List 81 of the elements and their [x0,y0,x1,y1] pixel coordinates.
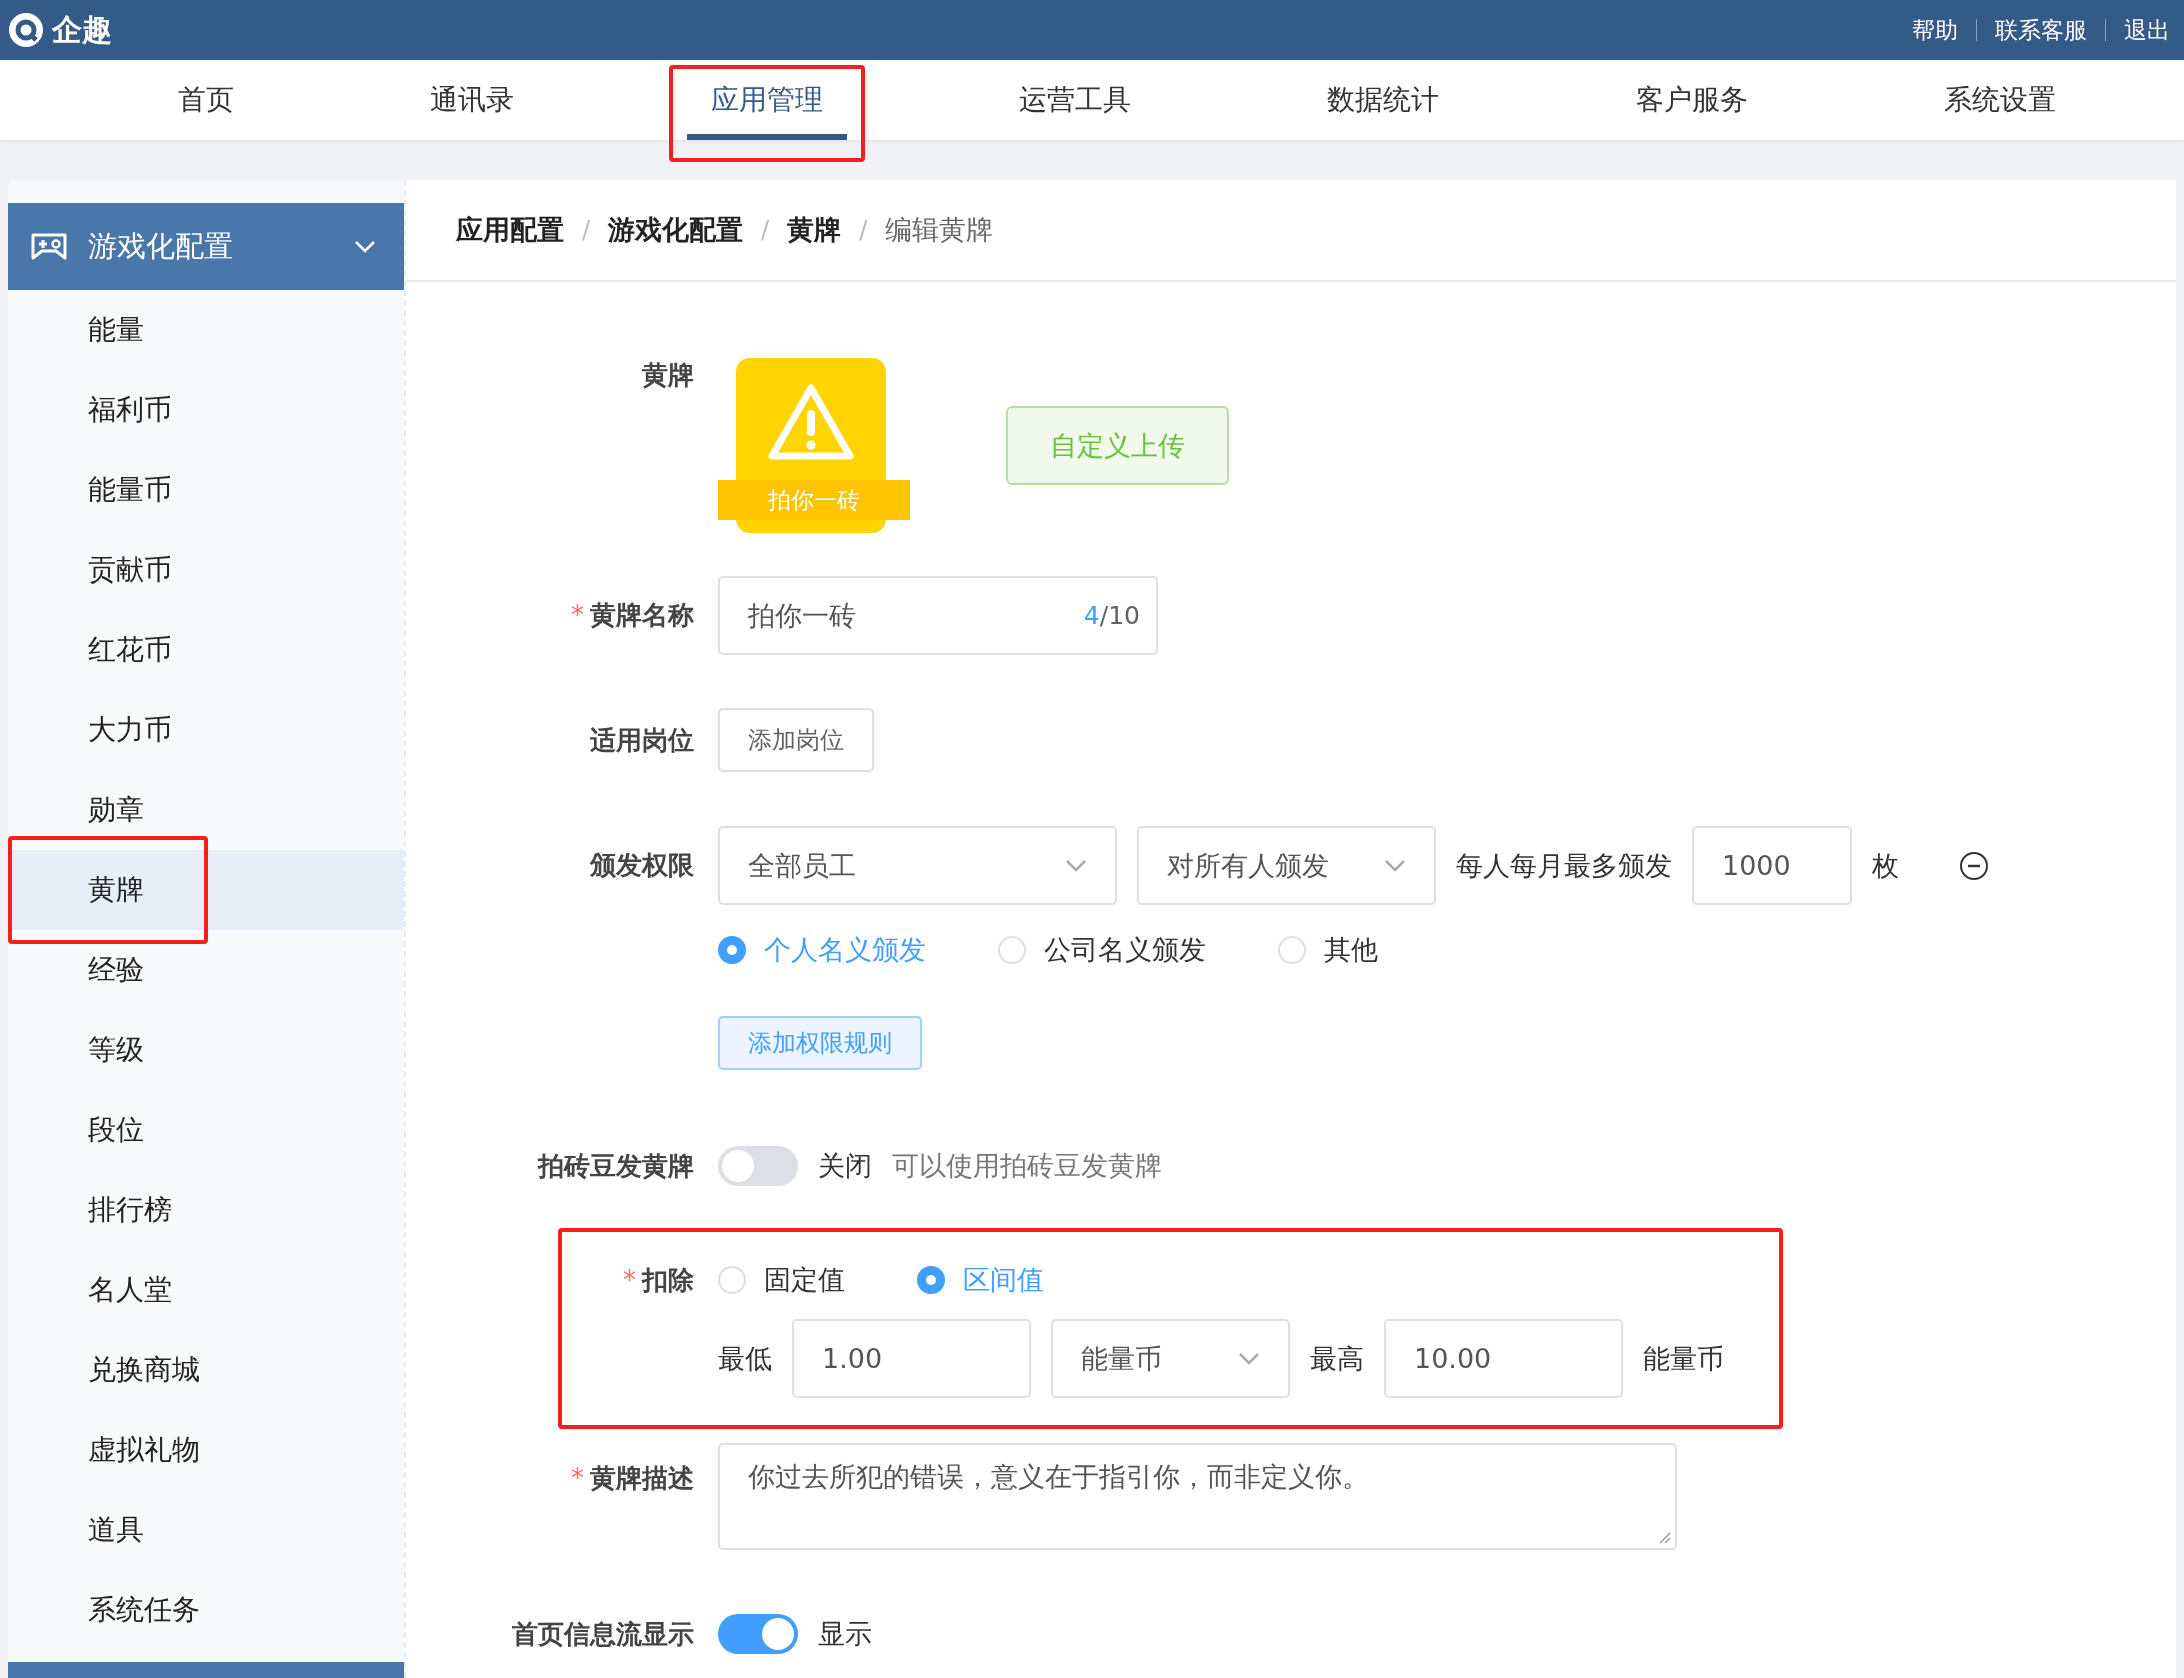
field-label: * 黄牌名称 [571,599,695,632]
chevron-down-icon [1065,858,1087,873]
min-label: 最低 [718,1341,772,1376]
logo-icon [8,12,44,48]
currency-select[interactable]: 能量币 [1051,1319,1290,1398]
toggle-switch[interactable] [718,1614,798,1654]
radio-label: 固定值 [764,1263,845,1297]
field-label: 首页信息流显示 [512,1617,695,1651]
sidebar-group[interactable]: 游戏化配置 [8,203,404,290]
radio-label: 公司名义颁发 [1044,933,1206,967]
nav-tab[interactable]: 通讯录 [406,60,539,140]
breadcrumb-separator: / [761,216,770,244]
radio-button[interactable] [917,1266,945,1294]
radio-label: 个人名义颁发 [764,933,926,967]
hint-text: 可以使用拍砖豆发黄牌 [892,1149,1162,1183]
description-textarea[interactable]: 你过去所犯的错误，意义在于指引你，而非定义你。 [718,1443,1677,1550]
header-link[interactable]: 退出 [2124,14,2170,46]
limit-label: 每人每月最多颁发 [1456,848,1672,883]
select-field[interactable]: 对所有人颁发 [1137,826,1436,905]
sidebar-item[interactable]: 段位 [8,1090,404,1170]
sidebar-item[interactable]: 兑换商城 [8,1330,404,1410]
sidebar-group-label: 游戏化配置 [88,227,234,265]
sidebar-item[interactable]: 贡献币 [8,530,404,610]
sidebar-item[interactable]: 虚拟礼物 [8,1410,404,1490]
unit-label: 能量币 [1643,1341,1724,1376]
field-label: 颁发权限 [590,849,695,882]
sidebar-item[interactable]: 经验 [8,930,404,1010]
gamepad-icon [30,231,68,262]
sidebar-item[interactable]: 能量 [8,290,404,370]
breadcrumb-link[interactable]: 黄牌 [787,212,842,248]
sidebar-item[interactable]: 能量币 [8,450,404,530]
chevron-down-icon [1384,858,1406,873]
toggle-state: 关闭 [818,1149,872,1183]
sidebar-item[interactable]: 系统任务 [8,1570,404,1650]
badge-caption: 拍你一砖 [718,480,910,520]
remove-icon[interactable] [1959,850,1989,881]
sidebar-item[interactable]: 红花币 [8,610,404,690]
sidebar-item[interactable]: 名人堂 [8,1250,404,1330]
breadcrumb-separator: / [859,216,868,244]
limit-input[interactable]: 1000 [1692,826,1852,905]
sidebar-item[interactable]: 排行榜 [8,1170,404,1250]
breadcrumb-separator: / [582,216,591,244]
field-label: 适用岗位 [590,723,695,757]
sidebar-item[interactable]: 大力币 [8,690,404,770]
sidebar-item[interactable]: 福利币 [8,370,404,450]
nav-tab[interactable]: 客户服务 [1611,60,1772,140]
add-position-button[interactable]: 添加岗位 [718,708,874,772]
nav-tab[interactable]: 首页 [154,60,259,140]
field-label: * 扣除 [623,1263,695,1297]
sidebar-item[interactable]: 道具 [8,1490,404,1570]
field-label: 黄牌 [642,359,695,392]
header-link[interactable]: 联系客服 [1995,14,2087,46]
radio-label: 其他 [1324,933,1378,967]
name-input[interactable]: 拍你一砖 4/10 [718,576,1158,655]
toggle-state: 显示 [818,1617,872,1651]
nav-tab[interactable]: 运营工具 [995,60,1155,140]
toggle-switch[interactable] [718,1146,798,1186]
character-counter: 4/10 [1083,601,1140,630]
sidebar-item[interactable]: 等级 [8,1010,404,1090]
select-field[interactable]: 全部员工 [718,826,1117,905]
radio-label: 区间值 [963,1263,1044,1297]
resize-grip-icon[interactable] [1657,1530,1671,1544]
chevron-down-icon [1238,1351,1260,1366]
nav-tab[interactable]: 数据统计 [1303,60,1464,140]
breadcrumb-link[interactable]: 应用配置 [456,212,564,248]
sidebar-item[interactable]: 勋章 [8,770,404,850]
max-input[interactable]: 10.00 [1384,1319,1623,1398]
field-label: 拍砖豆发黄牌 [538,1149,695,1183]
breadcrumb-link[interactable]: 编辑黄牌 [885,212,994,248]
breadcrumb-link[interactable]: 游戏化配置 [608,212,744,248]
field-label: * 黄牌描述 [571,1462,695,1495]
nav-tab[interactable]: 应用管理 [686,60,847,140]
radio-button[interactable] [718,936,746,964]
header-link[interactable]: 帮助 [1912,14,1958,46]
chevron-down-icon [354,239,376,254]
nav-tab[interactable]: 系统设置 [1919,60,2080,140]
warning-icon [766,382,856,462]
app-name: 企趣 [52,10,112,49]
unit-label: 枚 [1872,848,1899,883]
min-input[interactable]: 1.00 [792,1319,1031,1398]
max-label: 最高 [1310,1341,1364,1376]
